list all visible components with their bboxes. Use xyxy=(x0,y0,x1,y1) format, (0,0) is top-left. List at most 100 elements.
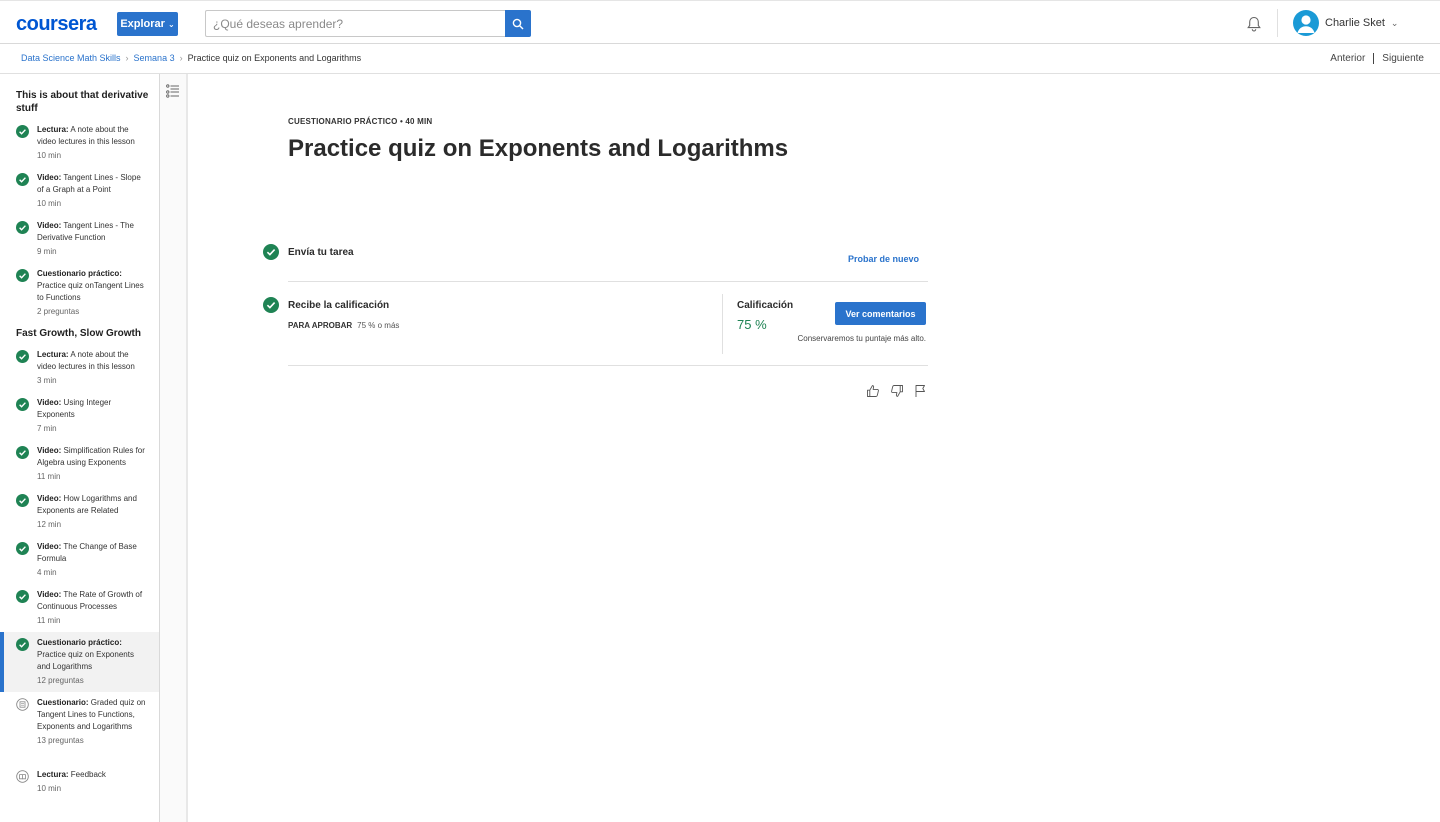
nav-divider xyxy=(1373,53,1375,64)
top-header: coursera Explorar ⌄ Charlie Sket ⌄ xyxy=(0,0,1440,44)
course-sidebar: This is about that derivative stuff Lect… xyxy=(0,74,160,822)
sidebar-item-quiz-tangent[interactable]: Cuestionario práctico: Practice quiz onT… xyxy=(0,268,159,318)
divider xyxy=(288,281,928,282)
chevron-right-icon: › xyxy=(179,53,183,63)
pass-label: PARA APROBAR xyxy=(288,321,353,330)
check-circle-icon xyxy=(16,638,29,651)
item-title: Feedback xyxy=(70,770,106,779)
sidebar-item-video-integer-exponents[interactable]: Video: Using Integer Exponents 7 min xyxy=(0,397,159,435)
breadcrumb-course[interactable]: Data Science Math Skills xyxy=(21,53,121,63)
previous-link[interactable]: Anterior xyxy=(1330,53,1365,64)
check-circle-icon xyxy=(16,542,29,555)
quiz-icon xyxy=(16,698,29,711)
grade-value: 75 % xyxy=(737,317,767,332)
item-navigation: Anterior Siguiente xyxy=(1330,53,1424,64)
sidebar-item-lectura-note[interactable]: Lectura: A note about the video lectures… xyxy=(0,124,159,162)
sidebar-item-graded-quiz[interactable]: Cuestionario: Graded quiz on Tangent Lin… xyxy=(0,697,159,747)
search-input[interactable] xyxy=(205,10,505,37)
next-link[interactable]: Siguiente xyxy=(1382,53,1424,64)
grade-label: Calificación xyxy=(737,300,794,311)
highest-score-note: Conservaremos tu puntaje más alto. xyxy=(797,334,926,343)
item-type: Video: xyxy=(37,221,62,230)
breadcrumb-current: Practice quiz on Exponents and Logarithm… xyxy=(187,53,362,63)
breadcrumb-bar: Data Science Math Skills › Semana 3 › Pr… xyxy=(0,44,1440,74)
item-type: Lectura: xyxy=(37,350,69,359)
thumbs-down-icon[interactable] xyxy=(890,384,904,398)
item-type: Cuestionario: xyxy=(37,698,89,707)
item-duration: 12 preguntas xyxy=(37,676,84,685)
page-title: Practice quiz on Exponents and Logarithm… xyxy=(288,135,789,162)
sidebar-item-video-change-base[interactable]: Video: The Change of Base Formula 4 min xyxy=(0,541,159,579)
check-circle-icon xyxy=(263,297,279,313)
check-circle-icon xyxy=(16,590,29,603)
chevron-down-icon: ⌄ xyxy=(1390,17,1399,28)
pass-value: 75 % o más xyxy=(357,321,400,330)
breadcrumb-week[interactable]: Semana 3 xyxy=(134,53,175,63)
sidebar-item-video-rate-growth[interactable]: Video: The Rate of Growth of Continuous … xyxy=(0,589,159,627)
header-divider xyxy=(1277,9,1278,37)
check-circle-icon xyxy=(16,125,29,138)
check-circle-icon xyxy=(16,269,29,282)
sidebar-item-video-derivative[interactable]: Video: Tangent Lines - The Derivative Fu… xyxy=(0,220,159,258)
sidebar-item-video-tangent-slope[interactable]: Video: Tangent Lines - Slope of a Graph … xyxy=(0,172,159,210)
item-type: Lectura: xyxy=(37,125,69,134)
item-duration: 13 preguntas xyxy=(37,736,84,745)
user-name: Charlie Sket xyxy=(1325,17,1385,29)
flag-icon[interactable] xyxy=(913,384,927,398)
section-title: Fast Growth, Slow Growth xyxy=(16,328,141,339)
chevron-right-icon: › xyxy=(125,53,129,63)
coursera-logo[interactable]: coursera xyxy=(16,13,97,36)
section-title: This is about that derivative stuff xyxy=(16,90,149,114)
item-duration: 2 preguntas xyxy=(37,307,80,316)
sidebar-item-lectura-note-2[interactable]: Lectura: A note about the video lectures… xyxy=(0,349,159,387)
bell-icon[interactable] xyxy=(1245,15,1263,33)
view-feedback-button[interactable]: Ver comentarios xyxy=(835,302,926,325)
item-type: Video: xyxy=(37,590,62,599)
breadcrumb: Data Science Math Skills › Semana 3 › Pr… xyxy=(21,53,361,63)
avatar-icon xyxy=(1293,10,1319,36)
sidebar-item-video-logarithms[interactable]: Video: How Logarithms and Exponents are … xyxy=(0,493,159,531)
item-type: Cuestionario práctico: xyxy=(37,269,122,278)
item-duration: 7 min xyxy=(37,424,57,433)
thumbs-up-icon[interactable] xyxy=(866,384,880,398)
chevron-down-icon: ⌄ xyxy=(167,19,175,29)
grade-step-label: Recibe la calificación xyxy=(288,300,390,311)
vertical-divider xyxy=(722,294,723,354)
outline-toggle-strip xyxy=(160,74,188,822)
sidebar-item-feedback[interactable]: Lectura: Feedback 10 min xyxy=(0,769,159,795)
sidebar-item-video-simplification[interactable]: Video: Simplification Rules for Algebra … xyxy=(0,445,159,483)
item-kicker: CUESTIONARIO PRÁCTICO • 40 MIN xyxy=(288,117,433,126)
item-type: Cuestionario práctico: xyxy=(37,638,122,647)
check-circle-icon xyxy=(16,446,29,459)
item-type: Lectura: xyxy=(37,770,69,779)
outline-list-icon[interactable] xyxy=(166,84,180,98)
check-circle-icon xyxy=(16,494,29,507)
divider xyxy=(288,365,928,366)
item-duration: 10 min xyxy=(37,151,62,160)
retry-link[interactable]: Probar de nuevo xyxy=(848,254,919,264)
explore-button[interactable]: Explorar ⌄ xyxy=(117,12,178,36)
item-type: Video: xyxy=(37,446,62,455)
check-circle-icon xyxy=(16,398,29,411)
pass-requirement: PARA APROBAR 75 % o más xyxy=(288,321,399,330)
item-duration: 3 min xyxy=(37,376,57,385)
sidebar-item-quiz-exponents-active[interactable]: Cuestionario práctico: Practice quiz on … xyxy=(0,632,159,692)
search-button[interactable] xyxy=(505,10,531,37)
item-type: Video: xyxy=(37,494,62,503)
check-circle-icon xyxy=(263,244,279,260)
item-type: Video: xyxy=(37,173,62,182)
check-circle-icon xyxy=(16,221,29,234)
item-duration: 10 min xyxy=(37,784,62,793)
item-title: Practice quiz on Exponents and Logarithm… xyxy=(37,650,134,671)
item-type: Video: xyxy=(37,398,62,407)
user-menu[interactable]: Charlie Sket ⌄ xyxy=(1293,9,1398,37)
item-duration: 12 min xyxy=(37,520,62,529)
search-icon xyxy=(512,18,524,29)
submit-step-label: Envía tu tarea xyxy=(288,247,354,258)
check-circle-icon xyxy=(16,173,29,186)
reading-icon xyxy=(16,770,29,783)
explore-label: Explorar xyxy=(120,18,165,30)
item-duration: 11 min xyxy=(37,472,61,481)
item-type: Video: xyxy=(37,542,62,551)
item-title: Practice quiz onTangent Lines to Functio… xyxy=(37,281,144,302)
